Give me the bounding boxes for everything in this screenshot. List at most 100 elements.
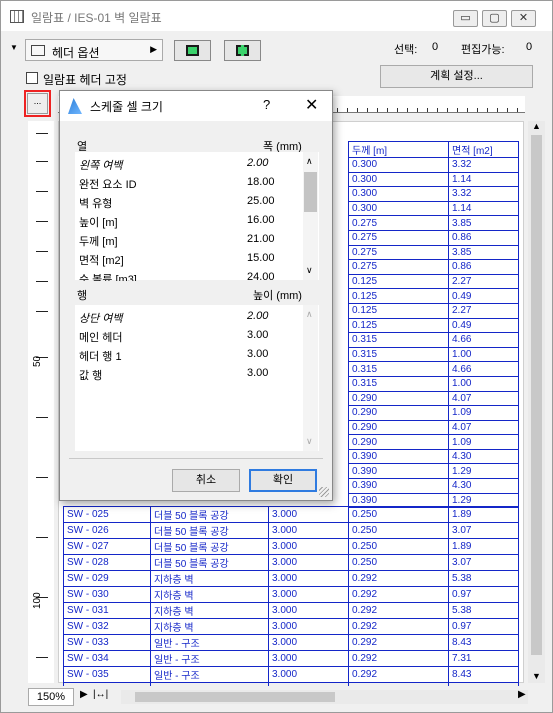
thickness-cell[interactable]: 0.275 <box>348 229 449 246</box>
plan-settings-button[interactable]: 계획 설정... <box>380 65 533 88</box>
area-cell[interactable]: 2.27 <box>448 273 519 290</box>
thickness-cell[interactable]: 0.315 <box>348 346 449 363</box>
area-cell[interactable]: 1.00 <box>448 375 519 392</box>
area-cell[interactable]: 3.32 <box>448 186 519 202</box>
columns-scroll-thumb[interactable] <box>304 172 317 212</box>
height-cell[interactable]: 3.000 <box>268 602 349 619</box>
thickness-cell[interactable]: 0.125 <box>348 317 449 334</box>
area-cell[interactable]: 4.66 <box>448 361 519 377</box>
thickness-cell[interactable]: 0.300 <box>348 200 449 217</box>
type-cell[interactable]: 더블 50 블록 공강 <box>150 554 269 571</box>
area-cell[interactable]: 0.97 <box>448 618 519 635</box>
height-cell[interactable]: 3.000 <box>268 506 349 523</box>
thickness-cell[interactable]: 0.390 <box>348 448 449 465</box>
thickness-cell[interactable]: 0.315 <box>348 375 449 392</box>
thickness-cell[interactable]: 0.292 <box>348 602 449 619</box>
panel-row-value[interactable]: 3.00 <box>247 367 268 379</box>
panel-row-name[interactable]: 두께 [m] <box>79 233 118 249</box>
area-cell[interactable]: 3.07 <box>448 554 519 571</box>
minimize-button[interactable]: ▭ <box>453 10 478 27</box>
id-cell[interactable]: SW - 033 <box>63 634 151 651</box>
height-cell[interactable]: 3.000 <box>268 522 349 539</box>
panel-row-name[interactable]: 헤더 행 1 <box>79 348 122 364</box>
panel-row-value[interactable]: 21.00 <box>247 233 275 245</box>
panel-row-value[interactable]: 25.00 <box>247 195 275 207</box>
panel-row-value[interactable]: 2.00 <box>247 157 268 169</box>
thickness-cell[interactable]: 0.250 <box>348 506 449 523</box>
area-cell[interactable]: 7.31 <box>448 650 519 667</box>
id-cell[interactable]: SW - 035 <box>63 666 151 683</box>
thickness-cell[interactable]: 0.290 <box>348 434 449 450</box>
thickness-cell[interactable]: 0.275 <box>348 244 449 261</box>
height-cell[interactable]: 3.000 <box>268 570 349 587</box>
height-cell[interactable]: 3.000 <box>268 634 349 651</box>
height-cell[interactable]: 3.000 <box>268 586 349 603</box>
thickness-cell[interactable]: 0.292 <box>348 666 449 683</box>
type-cell[interactable]: 지하층 벽 <box>150 602 269 619</box>
scroll-up-icon[interactable]: ∧ <box>306 156 313 167</box>
scroll-up-icon[interactable]: ▲ <box>532 121 541 131</box>
panel-row-name[interactable]: 벽 유형 <box>79 195 112 211</box>
area-cell[interactable]: 5.38 <box>448 570 519 587</box>
area-cell[interactable]: 0.86 <box>448 259 519 275</box>
resize-grip-icon[interactable] <box>319 487 329 497</box>
toolbar-menu-arrow-icon[interactable]: ▼ <box>10 43 18 52</box>
thickness-cell[interactable]: 0.292 <box>348 618 449 635</box>
scroll-down-icon[interactable]: ∨ <box>306 265 313 276</box>
area-cell[interactable]: 5.38 <box>448 602 519 619</box>
horizontal-scrollbar[interactable] <box>121 690 528 704</box>
vertical-scrollbar[interactable]: ▲ ▼ <box>528 121 545 683</box>
id-cell[interactable]: SW - 031 <box>63 602 151 619</box>
height-cell[interactable]: 3.000 <box>268 618 349 635</box>
area-cell[interactable]: 8.43 <box>448 666 519 683</box>
area-cell[interactable]: 4.66 <box>448 332 519 348</box>
close-button[interactable]: ✕ <box>511 10 536 27</box>
thickness-cell[interactable]: 0.275 <box>348 215 449 231</box>
area-cell[interactable]: 2.27 <box>448 302 519 319</box>
scroll-down-icon[interactable]: ▼ <box>532 671 541 681</box>
area-cell[interactable]: 0.49 <box>448 288 519 304</box>
thickness-cell[interactable]: 0.290 <box>348 419 449 436</box>
id-cell[interactable]: SW - 028 <box>63 554 151 571</box>
type-cell[interactable]: 더블 50 블록 공강 <box>150 538 269 555</box>
area-cell[interactable]: 1.89 <box>448 538 519 555</box>
thickness-cell[interactable]: 0.250 <box>348 554 449 571</box>
thickness-cell[interactable]: 0.292 <box>348 650 449 667</box>
zoom-menu-icon[interactable]: ▶ <box>80 689 88 700</box>
id-cell[interactable]: SW - 032 <box>63 618 151 635</box>
thickness-cell[interactable]: 0.275 <box>348 259 449 275</box>
thickness-cell[interactable]: 0.250 <box>348 522 449 539</box>
type-cell[interactable]: 일반 - 구조 <box>150 666 269 683</box>
fit-cell-button[interactable] <box>174 40 211 61</box>
type-cell[interactable]: 지하층 벽 <box>150 618 269 635</box>
area-cell[interactable]: 3.85 <box>448 244 519 261</box>
thickness-cell[interactable]: 0.300 <box>348 186 449 202</box>
columns-list[interactable]: 왼쪽 여백 2.00 완전 요소 ID 18.00 벽 유형 25.00 높이 [m] 16.… <box>75 152 319 286</box>
panel-row-value[interactable]: 3.00 <box>247 348 268 360</box>
fit-width-icon[interactable]: |↔| <box>93 689 108 700</box>
area-cell[interactable]: 1.89 <box>448 506 519 523</box>
area-cell[interactable]: 3.85 <box>448 215 519 231</box>
panel-row-value[interactable]: 15.00 <box>247 252 275 264</box>
height-cell[interactable]: 3.000 <box>268 650 349 667</box>
type-cell[interactable]: 일반 - 구조 <box>150 634 269 651</box>
area-cell[interactable]: 4.07 <box>448 390 519 407</box>
area-cell[interactable]: 4.30 <box>448 448 519 465</box>
id-cell[interactable]: SW - 034 <box>63 650 151 667</box>
dialog-close-icon[interactable]: ✕ <box>305 95 318 115</box>
type-cell[interactable]: 지하층 벽 <box>150 586 269 603</box>
scroll-down-icon[interactable]: ∨ <box>306 436 313 447</box>
type-cell[interactable]: 일반 - 구조 <box>150 650 269 667</box>
fix-header-checkbox[interactable] <box>26 72 38 84</box>
id-cell[interactable]: SW - 029 <box>63 570 151 587</box>
area-cell[interactable]: 1.29 <box>448 463 519 480</box>
id-cell[interactable]: SW - 026 <box>63 522 151 539</box>
type-cell[interactable]: 더블 50 블록 공강 <box>150 506 269 523</box>
area-cell[interactable]: 8.43 <box>448 634 519 651</box>
height-cell[interactable]: 3.000 <box>268 538 349 555</box>
thickness-cell[interactable]: 0.292 <box>348 586 449 603</box>
area-cell[interactable]: 4.30 <box>448 478 519 494</box>
area-cell[interactable]: 1.00 <box>448 346 519 363</box>
id-cell[interactable]: SW - 027 <box>63 538 151 555</box>
thickness-cell[interactable]: 0.125 <box>348 288 449 304</box>
